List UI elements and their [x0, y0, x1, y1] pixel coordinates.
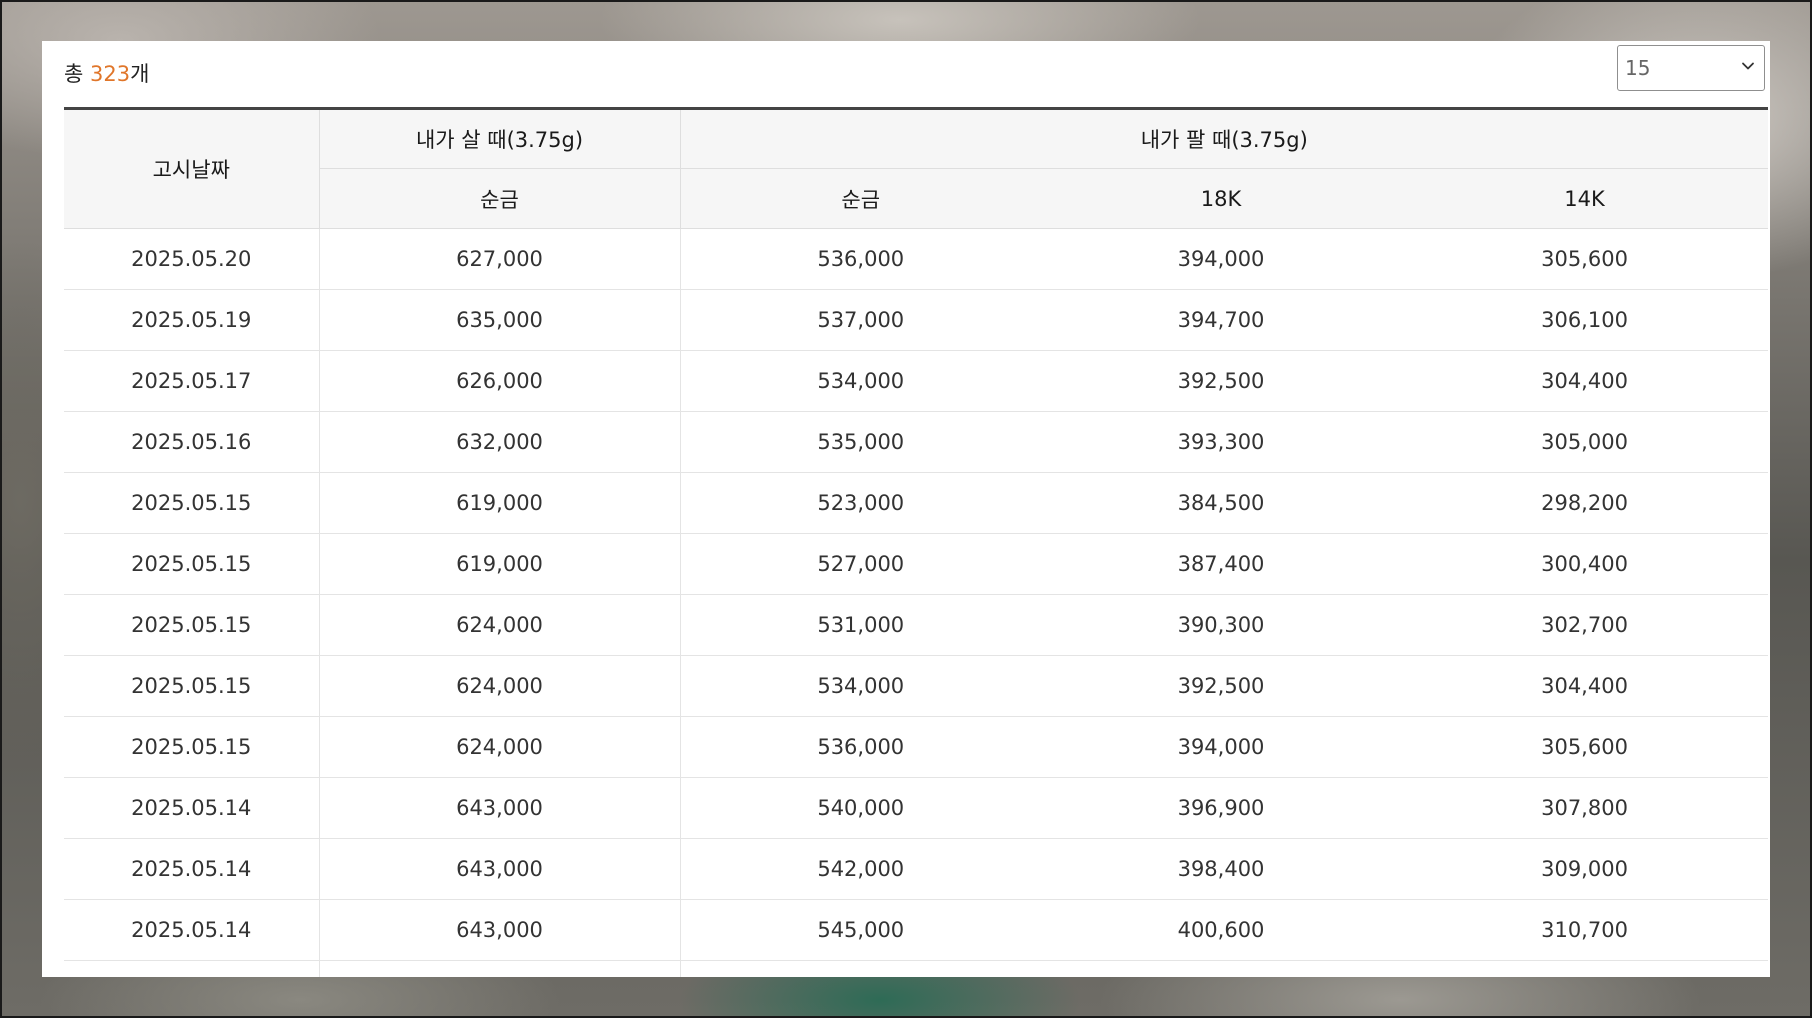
header-row-group: 고시날짜 내가 살 때(3.75g) 내가 팔 때(3.75g) [64, 108, 1769, 229]
chevron-down-icon [1742, 62, 1754, 70]
table-row: 2025.05.15 619,000 523,000 384,500 298,2… [64, 472, 1769, 534]
cell-buy-pure: 632,000 [319, 411, 681, 473]
cell-date: 2025.05.19 [64, 289, 320, 351]
cell-buy-pure: 619,000 [319, 533, 681, 595]
cell-buy-pure: 643,000 [319, 899, 681, 961]
cell-date: 2025.05.20 [64, 228, 320, 290]
header-buy-pure: 순금 [318, 168, 680, 229]
header-sell-18k: 18K [1041, 168, 1401, 229]
header-sell-group: 내가 팔 때(3.75g) [679, 108, 1769, 169]
header-buy-group: 내가 살 때(3.75g) [318, 108, 680, 169]
cell-date: 2025.05.15 [64, 594, 320, 656]
cell-date: 2025.05.15 [64, 716, 320, 778]
cell-date: 2025.05.15 [64, 655, 320, 717]
cell-sell-14k: 305,000 [1401, 411, 1769, 473]
cell-buy-pure: 624,000 [319, 716, 681, 778]
table-row: 2025.05.19 635,000 537,000 394,700 306,1… [64, 289, 1769, 351]
cell-sell-18k: 394,700 [1041, 289, 1401, 351]
table-row: 2025.05.14 643,000 542,000 398,400 309,0… [64, 838, 1769, 900]
cell-sell-14k: 309,000 [1401, 838, 1769, 900]
page-size-value: 15 [1625, 56, 1651, 80]
cell-date: 2025.05.15 [64, 533, 320, 595]
table-row: 2025.05.15 624,000 534,000 392,500 304,4… [64, 655, 1769, 717]
cell-sell-14k: 305,600 [1401, 228, 1769, 290]
cell-sell-pure: 545,000 [680, 899, 1041, 961]
cell-sell-14k: 310,700 [1401, 899, 1769, 961]
cell-sell-pure: 527,000 [680, 533, 1041, 595]
cell-buy-pure: 624,000 [319, 594, 681, 656]
cell-date: 2025.05.14 [64, 899, 320, 961]
cell-buy-pure: 619,000 [319, 472, 681, 534]
cell-buy-pure: 626,000 [319, 350, 681, 412]
table-row: 2025.05.15 624,000 531,000 390,300 302,7… [64, 594, 1769, 656]
cell-sell-pure: 534,000 [680, 655, 1041, 717]
page-size-select[interactable]: 15 [1617, 45, 1765, 91]
header-date: 고시날짜 [64, 108, 319, 229]
total-count-label: 총 323개 [64, 59, 149, 89]
cell-buy-pure: 643,000 [319, 838, 681, 900]
cell-sell-14k: 307,800 [1401, 777, 1769, 839]
total-count: 323 [90, 62, 131, 86]
cell-sell-18k: 390,300 [1041, 594, 1401, 656]
table-row: 2025.05.20 627,000 536,000 394,000 305,6… [64, 228, 1769, 290]
cell-sell-18k: 394,000 [1041, 228, 1401, 290]
cell-sell-18k: 392,500 [1041, 655, 1401, 717]
table-row: 2025.05.14 643,000 540,000 396,900 307,8… [64, 777, 1769, 839]
cell-sell-18k [1041, 960, 1401, 977]
cell-sell-18k: 392,500 [1041, 350, 1401, 412]
cell-sell-14k: 300,400 [1401, 533, 1769, 595]
cell-sell-14k: 304,400 [1401, 655, 1769, 717]
cell-sell-18k: 387,400 [1041, 533, 1401, 595]
cell-sell-pure: 542,000 [680, 838, 1041, 900]
table-row: 2025.05.15 619,000 527,000 387,400 300,4… [64, 533, 1769, 595]
cell-sell-pure [680, 960, 1041, 977]
gold-price-panel: 총 323개 15 고시날짜 내가 살 때(3.75g) 내가 팔 때(3.75… [42, 41, 1770, 977]
cell-sell-14k: 298,200 [1401, 472, 1769, 534]
table-row: 2025.05.14 643,000 545,000 400,600 310,7… [64, 899, 1769, 961]
header-sell-pure: 순금 [679, 168, 1041, 229]
cell-sell-18k: 384,500 [1041, 472, 1401, 534]
cell-sell-14k: 302,700 [1401, 594, 1769, 656]
cell-buy-pure: 627,000 [319, 228, 681, 290]
header-sell-14k: 14K [1401, 168, 1769, 229]
table-row: 2025.05.16 632,000 535,000 393,300 305,0… [64, 411, 1769, 473]
cell-sell-18k: 400,600 [1041, 899, 1401, 961]
table-row-partial [64, 960, 1769, 977]
cell-date: 2025.05.14 [64, 838, 320, 900]
cell-sell-14k: 304,400 [1401, 350, 1769, 412]
total-suffix: 개 [130, 62, 150, 86]
cell-buy-pure [319, 960, 681, 977]
cell-sell-pure: 540,000 [680, 777, 1041, 839]
cell-date: 2025.05.15 [64, 472, 320, 534]
cell-sell-pure: 536,000 [680, 228, 1041, 290]
list-toolbar: 총 323개 15 [42, 41, 1770, 107]
header-row-sub: 순금 순금 18K 14K [64, 168, 1769, 229]
cell-sell-pure: 535,000 [680, 411, 1041, 473]
cell-date: 2025.05.14 [64, 777, 320, 839]
gold-price-table: 고시날짜 내가 살 때(3.75g) 내가 팔 때(3.75g) 순금 순금 1… [64, 107, 1769, 977]
total-prefix: 총 [64, 62, 90, 86]
cell-date: 2025.05.17 [64, 350, 320, 412]
cell-sell-18k: 396,900 [1041, 777, 1401, 839]
cell-sell-pure: 531,000 [680, 594, 1041, 656]
cell-sell-18k: 394,000 [1041, 716, 1401, 778]
cell-date: 2025.05.16 [64, 411, 320, 473]
cell-sell-14k: 306,100 [1401, 289, 1769, 351]
cell-buy-pure: 624,000 [319, 655, 681, 717]
cell-sell-18k: 398,400 [1041, 838, 1401, 900]
cell-sell-pure: 523,000 [680, 472, 1041, 534]
cell-sell-14k: 305,600 [1401, 716, 1769, 778]
table-row: 2025.05.15 624,000 536,000 394,000 305,6… [64, 716, 1769, 778]
cell-sell-14k [1401, 960, 1769, 977]
cell-sell-pure: 534,000 [680, 350, 1041, 412]
cell-sell-pure: 536,000 [680, 716, 1041, 778]
table-row: 2025.05.17 626,000 534,000 392,500 304,4… [64, 350, 1769, 412]
cell-buy-pure: 643,000 [319, 777, 681, 839]
cell-sell-pure: 537,000 [680, 289, 1041, 351]
cell-sell-18k: 393,300 [1041, 411, 1401, 473]
cell-buy-pure: 635,000 [319, 289, 681, 351]
cell-date [64, 960, 320, 977]
